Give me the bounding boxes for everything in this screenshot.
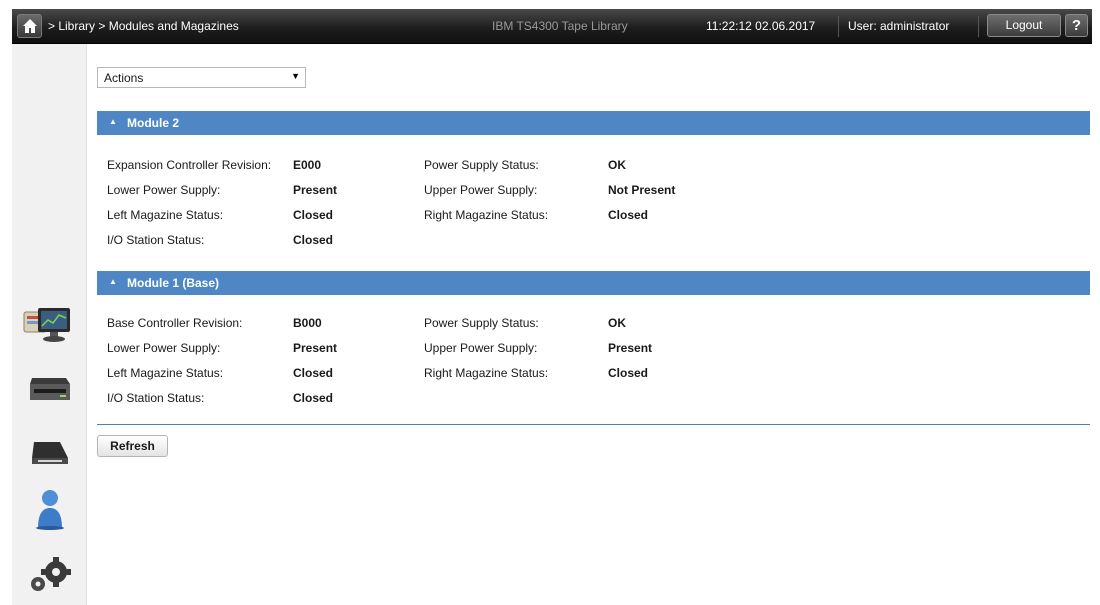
actions-dropdown-value: Actions xyxy=(104,71,144,85)
product-name: IBM TS4300 Tape Library xyxy=(492,19,628,33)
nav-drives[interactable] xyxy=(12,364,87,416)
nav-cartridges[interactable] xyxy=(12,428,87,480)
nav-monitoring[interactable] xyxy=(12,300,87,352)
help-button[interactable]: ? xyxy=(1065,14,1088,37)
field-label: Right Magazine Status: xyxy=(424,366,549,380)
module-2-title: Module 2 xyxy=(127,116,180,130)
field-label: Left Magazine Status: xyxy=(107,366,224,380)
settings-gears-icon xyxy=(31,557,71,591)
nav-service[interactable] xyxy=(12,544,87,596)
module-1-header[interactable]: ▲ Module 1 (Base) xyxy=(97,271,1090,295)
field-value: Closed xyxy=(293,208,334,222)
field-label: I/O Station Status: xyxy=(107,233,205,247)
current-user: User: administrator xyxy=(848,19,950,33)
field-label: Lower Power Supply: xyxy=(107,183,221,197)
cartridge-icon xyxy=(32,442,68,464)
field-value: E000 xyxy=(293,158,322,172)
home-button[interactable] xyxy=(17,14,42,38)
collapse-triangle-icon: ▲ xyxy=(109,117,117,126)
collapse-triangle-icon: ▲ xyxy=(109,277,117,286)
refresh-button[interactable]: Refresh xyxy=(97,435,168,457)
field-value: Closed xyxy=(608,208,649,222)
separator xyxy=(978,16,979,37)
field-value: OK xyxy=(608,158,626,172)
module-1-title: Module 1 (Base) xyxy=(127,276,220,290)
field-value: Present xyxy=(293,341,338,355)
user-icon xyxy=(36,490,64,530)
field-label: Right Magazine Status: xyxy=(424,208,549,222)
field-value: Closed xyxy=(293,233,334,247)
field-value: Present xyxy=(608,341,653,355)
module-2-header[interactable]: ▲ Module 2 xyxy=(97,111,1090,135)
home-icon xyxy=(23,19,37,33)
field-value: Present xyxy=(293,183,338,197)
field-label: Left Magazine Status: xyxy=(107,208,224,222)
drive-icon xyxy=(30,378,70,400)
monitoring-icon xyxy=(23,308,70,342)
field-label: Lower Power Supply: xyxy=(107,341,221,355)
date-time: 11:22:12 02.06.2017 xyxy=(706,19,816,33)
field-label: I/O Station Status: xyxy=(107,391,205,405)
field-label: Upper Power Supply: xyxy=(424,341,538,355)
field-value: Not Present xyxy=(608,183,676,197)
field-label: Power Supply Status: xyxy=(424,316,539,330)
left-nav xyxy=(12,44,87,605)
field-value: Closed xyxy=(293,391,334,405)
divider xyxy=(97,424,1090,425)
logout-button[interactable]: Logout xyxy=(987,14,1061,37)
field-label: Base Controller Revision: xyxy=(107,316,243,330)
field-value: B000 xyxy=(293,316,322,330)
field-label: Expansion Controller Revision: xyxy=(107,158,272,172)
field-value: Closed xyxy=(608,366,649,380)
actions-dropdown[interactable]: Actions ▼ xyxy=(97,67,306,88)
field-label: Power Supply Status: xyxy=(424,158,539,172)
field-label: Upper Power Supply: xyxy=(424,183,538,197)
field-value: OK xyxy=(608,316,626,330)
nav-access[interactable] xyxy=(12,484,87,536)
breadcrumb[interactable]: > Library > Modules and Magazines xyxy=(48,19,239,33)
separator xyxy=(838,16,839,37)
field-value: Closed xyxy=(293,366,334,380)
top-bar: > Library > Modules and Magazines IBM TS… xyxy=(12,9,1092,44)
chevron-down-icon: ▼ xyxy=(291,71,300,81)
